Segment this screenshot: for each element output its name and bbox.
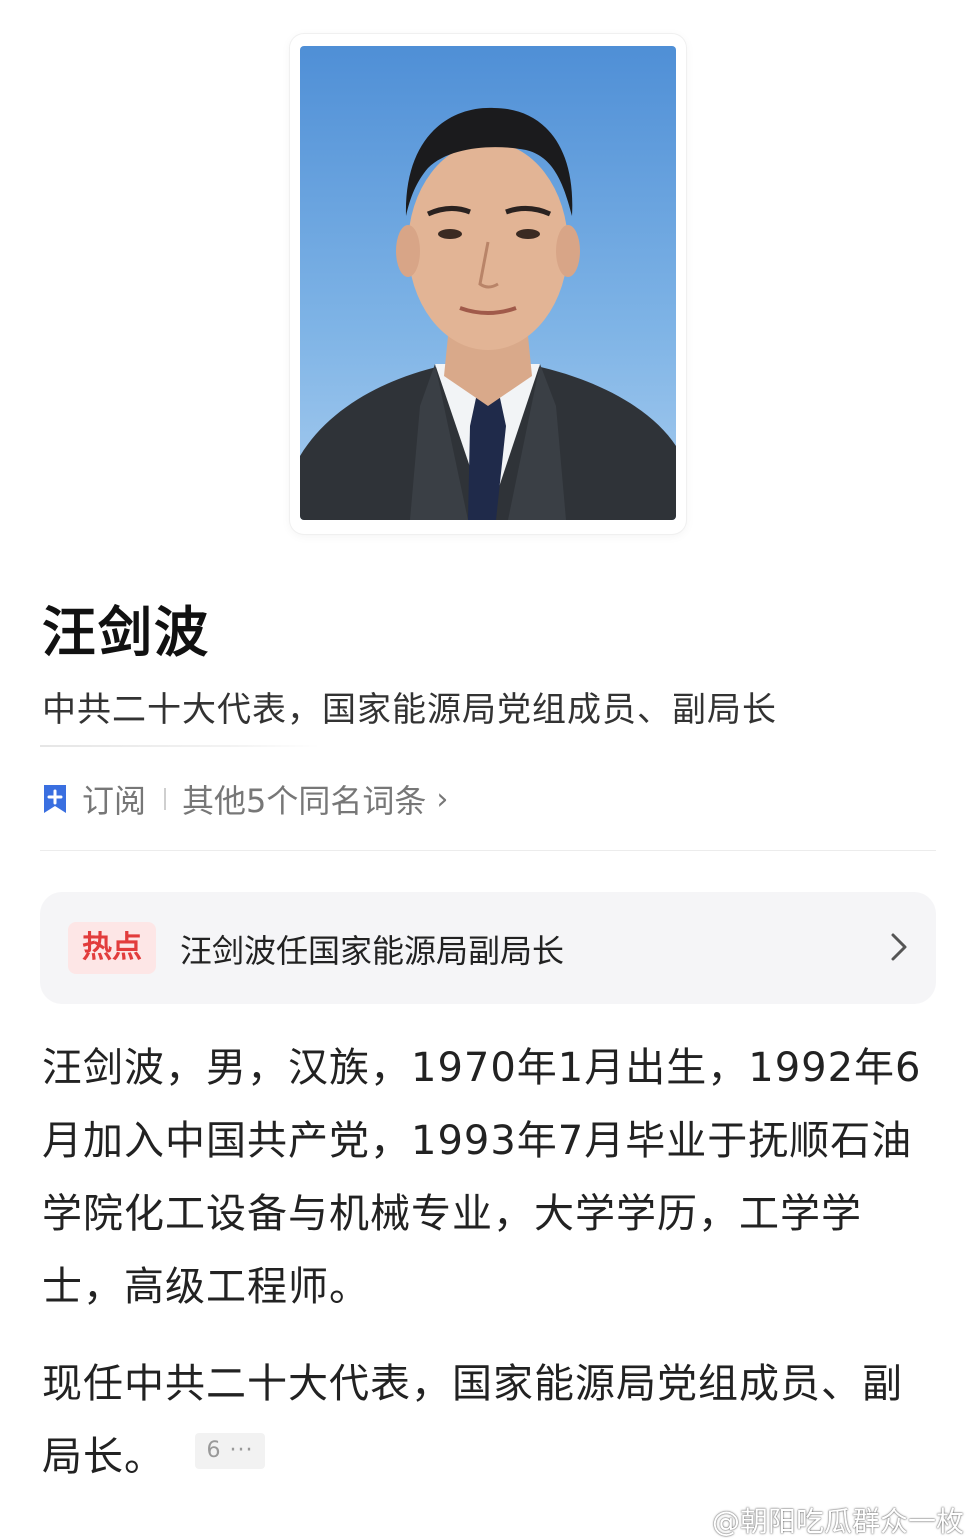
reference-badge[interactable]: 6 ···: [195, 1433, 265, 1469]
chevron-right-icon: [891, 933, 907, 961]
watermark: @朝阳吃瓜群众一枚: [670, 1500, 964, 1538]
page-title: 汪剑波: [42, 601, 210, 664]
title-divider: [40, 745, 320, 747]
section-divider: [40, 850, 936, 851]
subscribe-button[interactable]: 订阅: [82, 776, 146, 822]
bookmark-plus-icon[interactable]: [42, 783, 68, 815]
portrait-card[interactable]: [290, 34, 686, 534]
hot-badge: 热点: [68, 922, 156, 974]
profile-subtitle: 中共二十大代表，国家能源局党组成员、副局长: [42, 690, 777, 730]
hot-news-card[interactable]: 热点 汪剑波任国家能源局副局长: [40, 892, 936, 1004]
intro-paragraph: 汪剑波，男，汉族，1970年1月出生，1992年6月加入中国共产党，1993年7…: [42, 1045, 922, 1310]
same-name-entries-link[interactable]: 其他5个同名词条: [182, 776, 426, 822]
weibo-logo-icon: [670, 1507, 707, 1535]
entry-actions: 订阅 其他5个同名词条 ›: [42, 778, 448, 820]
current-position-paragraph: 现任中共二十大代表，国家能源局党组成员、副局长。 6 ···: [42, 1348, 942, 1494]
hot-news-title[interactable]: 汪剑波任国家能源局副局长: [180, 926, 564, 972]
action-separator: [164, 788, 167, 810]
portrait-illustration: [300, 107, 676, 520]
chevron-right-icon: ›: [436, 781, 449, 817]
current-position-text: 现任中共二十大代表，国家能源局党组成员、副局长。: [42, 1361, 903, 1480]
watermark-text: @朝阳吃瓜群众一枚: [711, 1505, 964, 1538]
portrait-photo: [300, 46, 676, 520]
